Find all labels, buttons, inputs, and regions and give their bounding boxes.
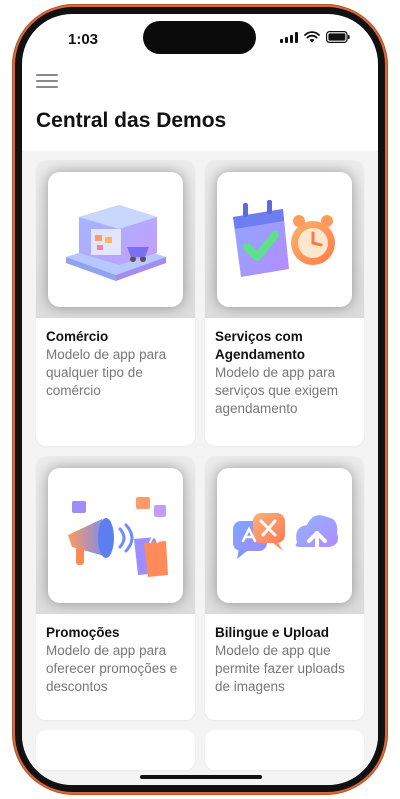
wifi-icon (304, 31, 320, 43)
card-thumbnail-area (36, 160, 195, 318)
dynamic-island (143, 21, 256, 54)
status-icons (280, 31, 350, 43)
card-title: Bilingue e Upload (215, 625, 330, 640)
home-indicator[interactable] (140, 775, 262, 779)
card-thumbnail-area (205, 456, 364, 614)
hamburger-menu-icon[interactable] (36, 74, 58, 90)
demo-card-comercio[interactable]: Comércio Modelo de app para qualquer tip… (36, 160, 195, 446)
screen: 1:03 Central das Demos Comércio Modelo d… (22, 14, 378, 785)
translate-upload-icon (217, 468, 352, 603)
demo-grid-container: Comércio Modelo de app para qualquer tip… (22, 151, 378, 785)
status-bar: 1:03 (22, 14, 378, 64)
card-title: Serviços com Agendamento (215, 329, 306, 362)
demo-grid: Comércio Modelo de app para qualquer tip… (36, 160, 364, 770)
demo-card-bilingue-upload[interactable]: Bilingue e Upload Modelo de app que perm… (205, 456, 364, 720)
card-title: Promoções (46, 625, 120, 640)
battery-icon (326, 31, 350, 43)
card-description: Modelo de app para serviços que exigem a… (215, 365, 339, 416)
demo-card-promocoes[interactable]: Promoções Modelo de app para oferecer pr… (36, 456, 195, 720)
card-thumbnail-area (36, 456, 195, 614)
demo-card-partial[interactable] (36, 730, 195, 770)
page-title: Central das Demos (36, 109, 227, 132)
storefront-icon (48, 172, 183, 307)
status-time: 1:03 (68, 31, 99, 48)
calendar-clock-icon (217, 172, 352, 307)
demo-card-servicos-agendamento[interactable]: Serviços com Agendamento Modelo de app p… (205, 160, 364, 446)
card-description: Modelo de app que permite fazer uploads … (215, 643, 345, 694)
card-title: Comércio (46, 329, 109, 344)
signal-icon (280, 31, 298, 43)
megaphone-shopping-icon (48, 468, 183, 603)
demo-card-partial[interactable] (205, 730, 364, 770)
card-description: Modelo de app para oferecer promoções e … (46, 643, 178, 694)
card-description: Modelo de app para qualquer tipo de comé… (46, 347, 167, 398)
card-thumbnail-area (205, 160, 364, 318)
